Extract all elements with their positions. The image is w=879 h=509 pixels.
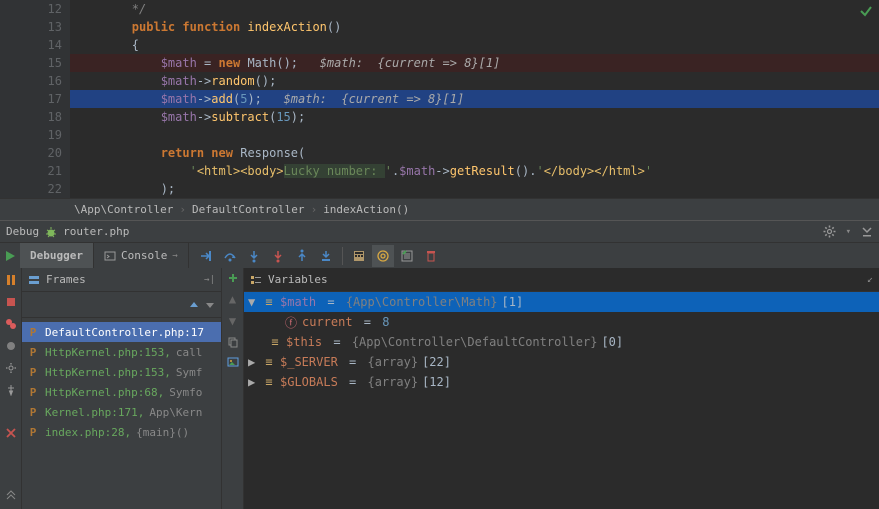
object-icon: ≡	[262, 355, 276, 369]
chevron-right-icon: ›	[179, 203, 186, 216]
step-into-icon[interactable]	[243, 245, 265, 267]
line-number[interactable]: 13	[0, 18, 62, 36]
add-watch-icon[interactable]	[227, 272, 239, 284]
line-number[interactable]: 18	[0, 108, 62, 126]
evaluate-icon[interactable]	[348, 245, 370, 267]
variable-row[interactable]: ▼ ≡ $math = {App\Controller\Math} [1]	[244, 292, 879, 312]
debug-title: Debug	[6, 225, 39, 238]
object-icon: ≡	[262, 295, 276, 309]
object-icon: ≡	[262, 375, 276, 389]
resume-button[interactable]	[0, 243, 20, 269]
current-execution-line: $math->add(5); $math: {current => 8}[1]	[70, 90, 879, 108]
panel-title: Frames	[46, 273, 86, 286]
picture-icon[interactable]	[227, 356, 239, 368]
variable-row[interactable]: ▶ ≡ $GLOBALS = {array} [12]	[244, 372, 879, 392]
hide-icon[interactable]: →|	[204, 275, 215, 285]
chevron-right-icon: ›	[311, 203, 318, 216]
frame-row[interactable]: PHttpKernel.php:153, call	[22, 342, 221, 362]
breadcrumb-item[interactable]: \App\Controller	[74, 203, 173, 216]
stop-icon[interactable]	[3, 294, 19, 310]
breadcrumb-item[interactable]: DefaultController	[192, 203, 305, 216]
pin-icon: →	[172, 251, 177, 261]
gutter: 12 13 14 15 16 17 18 19 20 21 22	[0, 0, 70, 198]
object-icon: ≡	[268, 335, 282, 349]
php-file-icon: P	[26, 406, 40, 419]
tab-console[interactable]: Console →	[94, 243, 189, 268]
php-file-icon: P	[26, 346, 40, 359]
panel-title: Variables	[268, 273, 328, 286]
php-file-icon: P	[26, 386, 40, 399]
bug-icon	[45, 226, 57, 238]
arrow-up-icon[interactable]	[189, 300, 199, 310]
line-number[interactable]: 19	[0, 126, 62, 144]
arrow-down-icon[interactable]	[205, 300, 215, 310]
close-icon[interactable]	[3, 425, 19, 441]
settings-icon[interactable]	[3, 360, 19, 376]
line-number[interactable]: 12	[0, 0, 62, 18]
code-area[interactable]: */ public function indexAction() { $math…	[70, 0, 879, 198]
line-number[interactable]: 20	[0, 144, 62, 162]
at-icon[interactable]	[372, 245, 394, 267]
expand-icon[interactable]	[3, 487, 19, 503]
step-out-icon[interactable]	[291, 245, 313, 267]
force-step-into-icon[interactable]	[267, 245, 289, 267]
list-icon[interactable]	[396, 245, 418, 267]
variables-icon	[250, 274, 262, 286]
line-number[interactable]: 15	[0, 54, 62, 72]
frame-row[interactable]: PKernel.php:171, App\Kern	[22, 402, 221, 422]
frame-row[interactable]: Pindex.php:28, {main}()	[22, 422, 221, 442]
arrow-down-icon[interactable]: ▼	[229, 314, 236, 328]
expand-arrow-icon[interactable]: ▼	[248, 295, 258, 309]
variable-action-strip: ▲ ▼	[222, 268, 244, 509]
debug-tool-window-header: Debug router.php ▾	[0, 220, 879, 242]
trash-icon[interactable]	[420, 245, 442, 267]
php-file-icon: P	[26, 366, 40, 379]
variable-row[interactable]: ⓕ current = 8	[244, 312, 879, 332]
frame-row[interactable]: PHttpKernel.php:68, Symfo	[22, 382, 221, 402]
step-over-icon[interactable]	[219, 245, 241, 267]
field-icon: ⓕ	[284, 314, 298, 331]
show-execution-point-icon[interactable]	[195, 245, 217, 267]
frames-panel: Frames →| PDefaultController.php:17 PHtt…	[22, 268, 222, 509]
mute-breakpoints-icon[interactable]	[3, 338, 19, 354]
line-number[interactable]: 17	[0, 90, 62, 108]
tab-label: Debugger	[30, 249, 83, 262]
breadcrumb-item[interactable]: indexAction()	[323, 203, 409, 216]
frame-row[interactable]: PHttpKernel.php:153, Symf	[22, 362, 221, 382]
php-file-icon: P	[26, 326, 40, 339]
view-breakpoints-icon[interactable]	[3, 316, 19, 332]
line-number[interactable]: 22	[0, 180, 62, 198]
line-number[interactable]: 21	[0, 162, 62, 180]
debug-target: router.php	[63, 225, 129, 238]
gear-icon[interactable]	[823, 225, 836, 238]
pause-icon[interactable]	[3, 272, 19, 288]
frames-icon	[28, 274, 40, 286]
expand-arrow-icon[interactable]: ▶	[248, 355, 258, 369]
variable-row[interactable]: ≡ $this = {App\Controller\DefaultControl…	[244, 332, 879, 352]
copy-icon[interactable]	[227, 336, 239, 348]
breadcrumb[interactable]: \App\Controller › DefaultController › in…	[0, 198, 879, 220]
console-icon	[104, 250, 116, 262]
run-to-cursor-icon[interactable]	[315, 245, 337, 267]
tab-label: Console	[121, 249, 167, 262]
minimize-icon[interactable]	[861, 226, 873, 238]
line-number[interactable]: 16	[0, 72, 62, 90]
line-number[interactable]: 14	[0, 36, 62, 54]
frame-row[interactable]: PDefaultController.php:17	[22, 322, 221, 342]
pin-icon[interactable]	[3, 382, 19, 398]
arrow-up-icon[interactable]: ▲	[229, 292, 236, 306]
tab-debugger[interactable]: Debugger	[20, 243, 94, 268]
debug-toolbar: Debugger Console →	[0, 242, 879, 268]
variables-panel: Variables ↙ ▼ ≡ $math = {App\Controller\…	[244, 268, 879, 509]
variable-row[interactable]: ▶ ≡ $_SERVER = {array} [22]	[244, 352, 879, 372]
expand-arrow-icon[interactable]: ▶	[248, 375, 258, 389]
php-file-icon: P	[26, 426, 40, 439]
left-action-strip	[0, 268, 22, 509]
restore-icon[interactable]: ↙	[867, 274, 873, 285]
